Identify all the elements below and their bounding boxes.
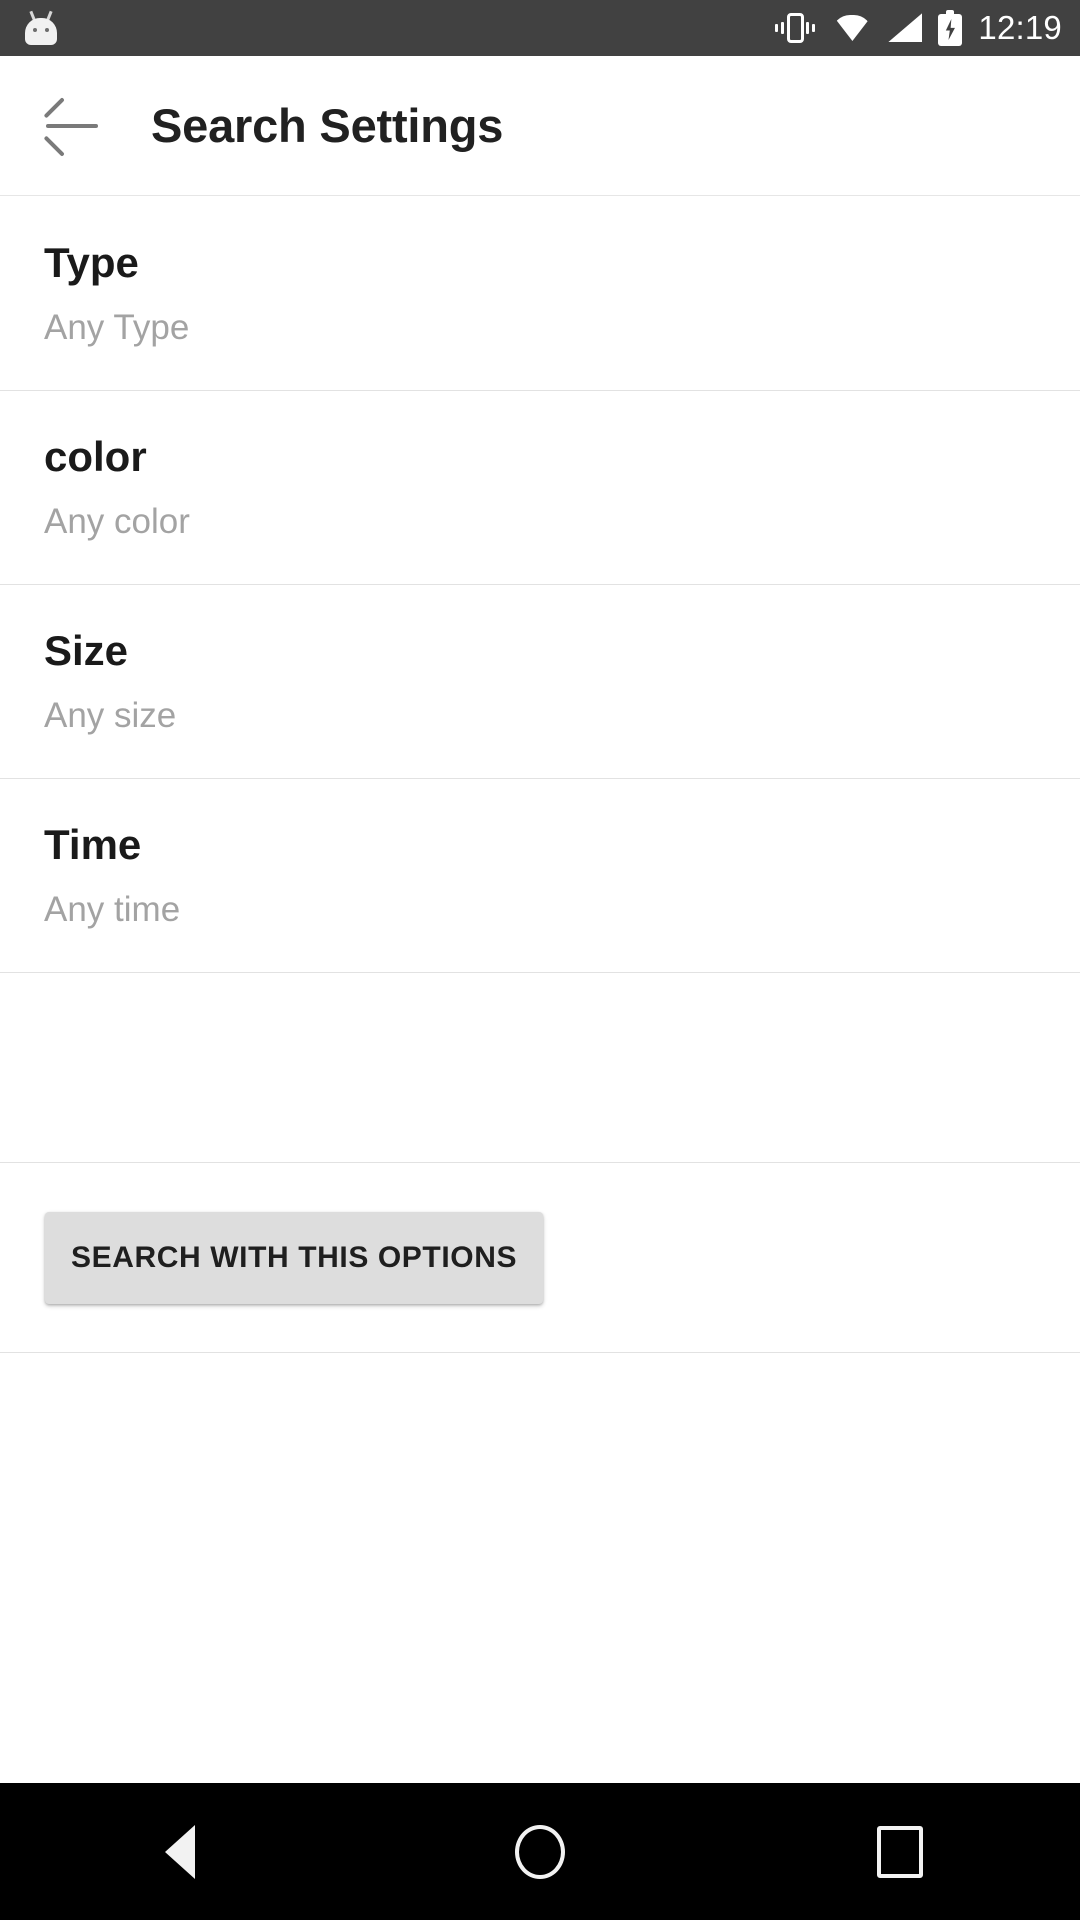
android-mascot-icon bbox=[22, 10, 60, 45]
setting-row-color[interactable]: color Any color bbox=[0, 391, 1080, 585]
setting-title: Type bbox=[44, 239, 139, 287]
setting-value: Any time bbox=[44, 890, 181, 930]
nav-recents-button[interactable] bbox=[825, 1783, 975, 1920]
page-title: Search Settings bbox=[151, 99, 504, 152]
search-action-row: SEARCH WITH THIS OPTIONS bbox=[0, 1163, 1080, 1353]
back-triangle-icon bbox=[165, 1824, 195, 1879]
setting-row-type[interactable]: Type Any Type bbox=[0, 197, 1080, 391]
search-with-options-button[interactable]: SEARCH WITH THIS OPTIONS bbox=[45, 1211, 544, 1304]
back-arrow-icon[interactable] bbox=[40, 93, 106, 159]
app-bar: Search Settings bbox=[0, 56, 1080, 196]
settings-list: Type Any Type color Any color Size Any s… bbox=[0, 197, 1080, 1443]
setting-value: Any Type bbox=[44, 308, 190, 348]
status-icons-group: 12:19 bbox=[774, 9, 1062, 47]
setting-row-size[interactable]: Size Any size bbox=[0, 585, 1080, 779]
vibrate-icon bbox=[774, 11, 816, 45]
setting-title: Size bbox=[44, 627, 129, 675]
status-bar-clock: 12:19 bbox=[978, 9, 1062, 46]
battery-charging-icon bbox=[938, 10, 963, 46]
setting-title: color bbox=[44, 433, 147, 481]
list-tail-spacer bbox=[0, 1353, 1080, 1443]
setting-title: Time bbox=[44, 821, 142, 869]
status-bar: 12:19 bbox=[0, 0, 1080, 56]
setting-value: Any color bbox=[44, 502, 190, 542]
nav-home-button[interactable] bbox=[465, 1783, 615, 1920]
wifi-icon bbox=[832, 13, 873, 43]
setting-row-time[interactable]: Time Any time bbox=[0, 779, 1080, 973]
recents-square-icon bbox=[877, 1825, 923, 1878]
android-navigation-bar bbox=[0, 1783, 1080, 1920]
cellular-signal-icon bbox=[888, 13, 923, 43]
empty-list-row bbox=[0, 973, 1080, 1163]
home-circle-icon bbox=[515, 1824, 565, 1879]
nav-back-button[interactable] bbox=[105, 1783, 255, 1920]
setting-value: Any size bbox=[44, 696, 177, 736]
